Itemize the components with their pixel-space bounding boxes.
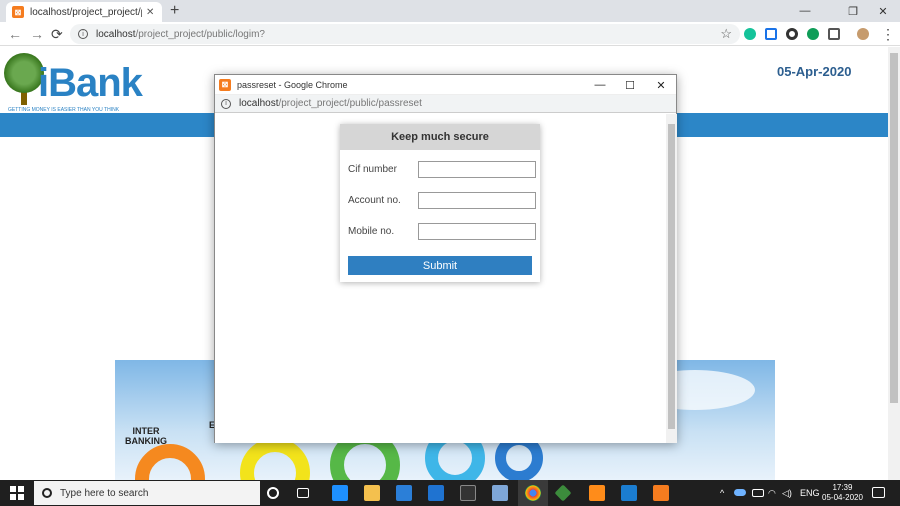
browser-toolbar: ← → ⟳ i localhost/project_project/public…: [0, 22, 900, 46]
windows-start-icon[interactable]: [10, 486, 24, 500]
popup-url-host: localhost: [239, 98, 279, 109]
mobile-number-label: Mobile no.: [348, 225, 395, 237]
cif-number-input[interactable]: [418, 160, 536, 178]
grammarly-extension-icon[interactable]: [744, 28, 756, 40]
store-icon[interactable]: [396, 485, 412, 501]
browser-tab[interactable]: ⊠ localhost/project_project/public/ ✕: [6, 2, 162, 22]
address-bar[interactable]: i localhost/project_project/public/logim…: [70, 24, 740, 44]
popup-maximize-button[interactable]: ☐: [615, 75, 645, 95]
mobile-number-input[interactable]: [418, 222, 536, 240]
forward-button[interactable]: →: [30, 26, 44, 42]
clock-date: 05-04-2020: [822, 493, 863, 502]
passreset-popup-window: ⊠ passreset - Google Chrome — ☐ ✕ i loca…: [214, 74, 677, 443]
submit-button[interactable]: Submit: [348, 256, 532, 275]
page-scrollbar-thumb[interactable]: [890, 53, 898, 403]
tab-title: localhost/project_project/public/: [30, 6, 142, 18]
language-indicator[interactable]: ENG: [800, 488, 820, 498]
bookmark-star-icon[interactable]: ☆: [720, 26, 732, 42]
profile-avatar[interactable]: [857, 28, 869, 40]
account-number-input[interactable]: [418, 191, 536, 209]
banner-label-line1: INTER: [132, 426, 160, 436]
banner-label: INTER BANKING: [125, 426, 167, 446]
mobile-number-row: Mobile no.: [348, 222, 538, 240]
cortana-icon[interactable]: [267, 487, 279, 499]
address-url: localhost/project_project/public/logim?: [96, 29, 265, 40]
xampp-favicon-icon: ⊠: [219, 78, 231, 91]
form-title: Keep much secure: [340, 124, 540, 150]
orange-gear-icon: [135, 444, 205, 480]
sublime-text-icon[interactable]: [589, 485, 605, 501]
yellow-gear-icon: [240, 438, 310, 480]
ibank-logo[interactable]: iBank GETTING MONEY IS EASIER THAN YOU T…: [4, 53, 143, 113]
tabs-extension-icon[interactable]: [828, 28, 840, 40]
windows-taskbar: Type here to search ^ ◠ ◁) ENG 17:39 05-…: [0, 480, 900, 506]
reload-button[interactable]: ⟳: [51, 26, 63, 43]
xampp-favicon-icon: ⊠: [12, 6, 24, 18]
popup-scrollbar[interactable]: [666, 114, 677, 443]
back-button[interactable]: ←: [8, 26, 22, 42]
logo-text: iBank: [38, 61, 143, 105]
popup-url-path: /project_project/public/passreset: [278, 98, 422, 109]
window-minimize-button[interactable]: —: [788, 0, 822, 22]
green-extension-icon[interactable]: [807, 28, 819, 40]
taskbar-search-box[interactable]: Type here to search: [34, 481, 260, 505]
onedrive-icon[interactable]: [734, 489, 746, 496]
window-close-button[interactable]: ✕: [866, 0, 900, 22]
terminal-icon[interactable]: [460, 485, 476, 501]
page-scrollbar[interactable]: [888, 47, 900, 480]
git-icon[interactable]: [554, 484, 572, 502]
volume-icon[interactable]: ◁): [782, 488, 792, 499]
popup-scrollbar-thumb[interactable]: [668, 124, 675, 429]
popup-minimize-button[interactable]: —: [585, 75, 615, 95]
mail-icon[interactable]: [428, 485, 444, 501]
tab-close-icon[interactable]: ✕: [146, 7, 154, 18]
record-extension-icon[interactable]: [786, 28, 798, 40]
browser-tabstrip: ⊠ localhost/project_project/public/ ✕ + …: [0, 0, 900, 22]
chrome-icon[interactable]: [525, 485, 541, 501]
edge-icon[interactable]: [332, 485, 348, 501]
cif-number-row: Cif number: [348, 160, 538, 178]
wifi-icon[interactable]: ◠: [768, 488, 776, 499]
info-icon[interactable]: i: [221, 98, 231, 109]
search-icon: [42, 488, 52, 498]
xampp-icon[interactable]: [653, 485, 669, 501]
window-restore-button[interactable]: ❐: [836, 0, 870, 22]
file-explorer-icon[interactable]: [364, 485, 380, 501]
show-hidden-icons[interactable]: ^: [720, 488, 724, 498]
password-reset-form: Keep much secure Cif number Account no. …: [340, 124, 540, 282]
taskbar-search-placeholder: Type here to search: [60, 487, 149, 499]
url-host: localhost: [96, 28, 136, 40]
popup-url: localhost/project_project/public/passres…: [239, 98, 422, 109]
cif-number-label: Cif number: [348, 163, 397, 175]
info-icon[interactable]: i: [78, 29, 88, 39]
current-date: 05-Apr-2020: [777, 64, 852, 79]
vscode-icon[interactable]: [621, 485, 637, 501]
account-number-row: Account no.: [348, 191, 538, 209]
chrome-menu-icon[interactable]: ⋮: [881, 26, 895, 43]
popup-address-bar: i localhost/project_project/public/passr…: [215, 95, 676, 113]
battery-icon[interactable]: [752, 489, 764, 497]
grid-extension-icon[interactable]: [765, 28, 777, 40]
popup-titlebar[interactable]: ⊠ passreset - Google Chrome — ☐ ✕: [215, 75, 676, 95]
new-tab-button[interactable]: +: [170, 2, 179, 20]
notepad-icon[interactable]: [492, 485, 508, 501]
url-path: /project_project/public/logim?: [135, 28, 265, 40]
popup-title: passreset - Google Chrome: [237, 79, 348, 90]
clock-time: 17:39: [832, 483, 853, 492]
taskbar-clock[interactable]: 17:39 05-04-2020: [822, 483, 863, 503]
task-view-icon[interactable]: [297, 488, 309, 498]
popup-content: Keep much secure Cif number Account no. …: [215, 114, 666, 443]
account-number-label: Account no.: [348, 194, 401, 206]
popup-close-button[interactable]: ✕: [646, 75, 676, 95]
notification-icon[interactable]: [872, 487, 885, 498]
